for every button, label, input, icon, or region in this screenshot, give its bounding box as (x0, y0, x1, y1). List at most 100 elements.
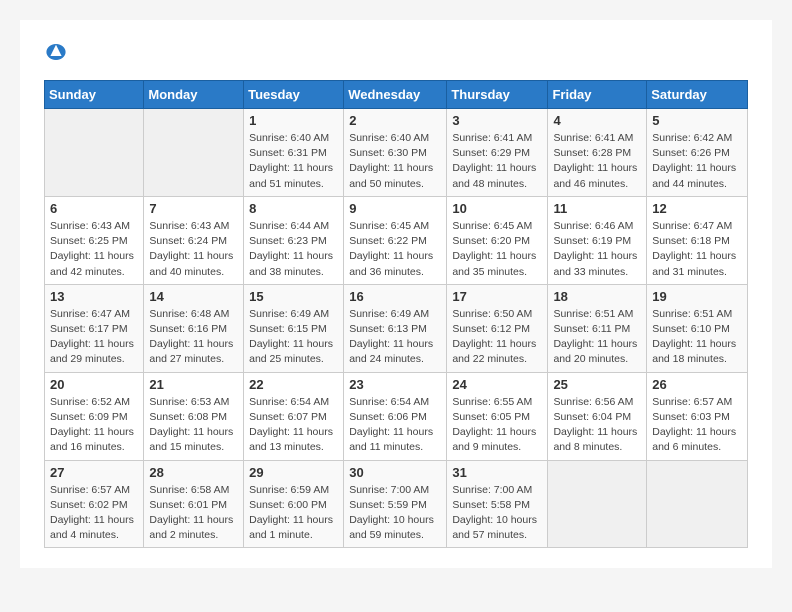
table-cell (548, 460, 647, 548)
day-number: 31 (452, 465, 542, 480)
table-cell: 30 Sunrise: 7:00 AM Sunset: 5:59 PM Dayli… (344, 460, 447, 548)
day-number: 20 (50, 377, 138, 392)
day-info: Sunrise: 6:43 AM Sunset: 6:25 PM Dayligh… (50, 219, 138, 280)
table-cell: 5 Sunrise: 6:42 AM Sunset: 6:26 PM Daylig… (647, 109, 748, 197)
table-cell: 8 Sunrise: 6:44 AM Sunset: 6:23 PM Daylig… (244, 196, 344, 284)
day-info: Sunrise: 6:55 AM Sunset: 6:05 PM Dayligh… (452, 395, 542, 456)
day-info: Sunrise: 6:48 AM Sunset: 6:16 PM Dayligh… (149, 307, 238, 368)
table-cell: 20 Sunrise: 6:52 AM Sunset: 6:09 PM Dayli… (45, 372, 144, 460)
table-cell: 14 Sunrise: 6:48 AM Sunset: 6:16 PM Dayli… (144, 284, 244, 372)
day-number: 29 (249, 465, 338, 480)
weekday-friday: Friday (548, 81, 647, 109)
table-cell (647, 460, 748, 548)
day-info: Sunrise: 6:50 AM Sunset: 6:12 PM Dayligh… (452, 307, 542, 368)
day-info: Sunrise: 6:52 AM Sunset: 6:09 PM Dayligh… (50, 395, 138, 456)
day-info: Sunrise: 6:47 AM Sunset: 6:18 PM Dayligh… (652, 219, 742, 280)
day-number: 25 (553, 377, 641, 392)
day-info: Sunrise: 6:57 AM Sunset: 6:02 PM Dayligh… (50, 483, 138, 544)
table-cell: 19Sunrise: 6:51 AM Sunset: 6:10 PM Dayli… (647, 284, 748, 372)
day-number: 16 (349, 289, 441, 304)
day-number: 6 (50, 201, 138, 216)
logo (44, 40, 72, 64)
weekday-thursday: Thursday (447, 81, 548, 109)
day-info: Sunrise: 7:00 AM Sunset: 5:58 PM Dayligh… (452, 483, 542, 544)
weekday-wednesday: Wednesday (344, 81, 447, 109)
weekday-tuesday: Tuesday (244, 81, 344, 109)
day-number: 11 (553, 201, 641, 216)
table-cell: 13 Sunrise: 6:47 AM Sunset: 6:17 PM Dayli… (45, 284, 144, 372)
day-info: Sunrise: 6:49 AM Sunset: 6:15 PM Dayligh… (249, 307, 338, 368)
day-number: 5 (652, 113, 742, 128)
table-cell: 31 Sunrise: 7:00 AM Sunset: 5:58 PM Dayli… (447, 460, 548, 548)
calendar-container: SundayMondayTuesdayWednesdayThursdayFrid… (20, 20, 772, 568)
day-info: Sunrise: 6:41 AM Sunset: 6:28 PM Dayligh… (553, 131, 641, 192)
table-cell: 10Sunrise: 6:45 AM Sunset: 6:20 PM Dayli… (447, 196, 548, 284)
day-info: Sunrise: 6:40 AM Sunset: 6:30 PM Dayligh… (349, 131, 441, 192)
day-info: Sunrise: 6:51 AM Sunset: 6:11 PM Dayligh… (553, 307, 641, 368)
day-number: 9 (349, 201, 441, 216)
table-cell: 21 Sunrise: 6:53 AM Sunset: 6:08 PM Dayli… (144, 372, 244, 460)
table-cell: 29 Sunrise: 6:59 AM Sunset: 6:00 PM Dayli… (244, 460, 344, 548)
day-number: 21 (149, 377, 238, 392)
table-cell: 22 Sunrise: 6:54 AM Sunset: 6:07 PM Dayli… (244, 372, 344, 460)
day-info: Sunrise: 6:46 AM Sunset: 6:19 PM Dayligh… (553, 219, 641, 280)
day-number: 10 (452, 201, 542, 216)
day-info: Sunrise: 6:54 AM Sunset: 6:07 PM Dayligh… (249, 395, 338, 456)
table-cell: 2 Sunrise: 6:40 AM Sunset: 6:30 PM Daylig… (344, 109, 447, 197)
table-cell (144, 109, 244, 197)
table-cell: 28 Sunrise: 6:58 AM Sunset: 6:01 PM Dayli… (144, 460, 244, 548)
header (44, 40, 748, 64)
day-number: 27 (50, 465, 138, 480)
day-number: 24 (452, 377, 542, 392)
day-info: Sunrise: 6:40 AM Sunset: 6:31 PM Dayligh… (249, 131, 338, 192)
day-number: 2 (349, 113, 441, 128)
day-info: Sunrise: 7:00 AM Sunset: 5:59 PM Dayligh… (349, 483, 441, 544)
day-info: Sunrise: 6:54 AM Sunset: 6:06 PM Dayligh… (349, 395, 441, 456)
day-info: Sunrise: 6:47 AM Sunset: 6:17 PM Dayligh… (50, 307, 138, 368)
table-cell: 25 Sunrise: 6:56 AM Sunset: 6:04 PM Dayli… (548, 372, 647, 460)
weekday-saturday: Saturday (647, 81, 748, 109)
day-info: Sunrise: 6:51 AM Sunset: 6:10 PM Dayligh… (652, 307, 742, 368)
day-info: Sunrise: 6:43 AM Sunset: 6:24 PM Dayligh… (149, 219, 238, 280)
day-info: Sunrise: 6:53 AM Sunset: 6:08 PM Dayligh… (149, 395, 238, 456)
day-number: 14 (149, 289, 238, 304)
day-number: 4 (553, 113, 641, 128)
table-cell: 18Sunrise: 6:51 AM Sunset: 6:11 PM Dayli… (548, 284, 647, 372)
day-number: 13 (50, 289, 138, 304)
table-cell: 11 Sunrise: 6:46 AM Sunset: 6:19 PM Dayli… (548, 196, 647, 284)
day-info: Sunrise: 6:58 AM Sunset: 6:01 PM Dayligh… (149, 483, 238, 544)
table-cell: 23 Sunrise: 6:54 AM Sunset: 6:06 PM Dayli… (344, 372, 447, 460)
day-info: Sunrise: 6:56 AM Sunset: 6:04 PM Dayligh… (553, 395, 641, 456)
calendar-body: 1 Sunrise: 6:40 AM Sunset: 6:31 PM Daylig… (45, 109, 748, 548)
day-number: 15 (249, 289, 338, 304)
table-cell: 3Sunrise: 6:41 AM Sunset: 6:29 PM Daylig… (447, 109, 548, 197)
day-number: 1 (249, 113, 338, 128)
table-cell: 16 Sunrise: 6:49 AM Sunset: 6:13 PM Dayli… (344, 284, 447, 372)
day-number: 8 (249, 201, 338, 216)
weekday-header-row: SundayMondayTuesdayWednesdayThursdayFrid… (45, 81, 748, 109)
day-info: Sunrise: 6:45 AM Sunset: 6:22 PM Dayligh… (349, 219, 441, 280)
table-cell: 26Sunrise: 6:57 AM Sunset: 6:03 PM Dayli… (647, 372, 748, 460)
day-number: 22 (249, 377, 338, 392)
day-info: Sunrise: 6:44 AM Sunset: 6:23 PM Dayligh… (249, 219, 338, 280)
calendar-header: SundayMondayTuesdayWednesdayThursdayFrid… (45, 81, 748, 109)
day-number: 30 (349, 465, 441, 480)
day-number: 7 (149, 201, 238, 216)
table-cell: 24 Sunrise: 6:55 AM Sunset: 6:05 PM Dayli… (447, 372, 548, 460)
day-info: Sunrise: 6:42 AM Sunset: 6:26 PM Dayligh… (652, 131, 742, 192)
table-cell: 17Sunrise: 6:50 AM Sunset: 6:12 PM Dayli… (447, 284, 548, 372)
day-info: Sunrise: 6:59 AM Sunset: 6:00 PM Dayligh… (249, 483, 338, 544)
calendar-table: SundayMondayTuesdayWednesdayThursdayFrid… (44, 80, 748, 548)
day-info: Sunrise: 6:49 AM Sunset: 6:13 PM Dayligh… (349, 307, 441, 368)
day-number: 3 (452, 113, 542, 128)
weekday-monday: Monday (144, 81, 244, 109)
table-cell: 4 Sunrise: 6:41 AM Sunset: 6:28 PM Daylig… (548, 109, 647, 197)
week-row-2: 6 Sunrise: 6:43 AM Sunset: 6:25 PM Daylig… (45, 196, 748, 284)
logo-icon (44, 40, 68, 64)
day-number: 23 (349, 377, 441, 392)
table-cell: 1 Sunrise: 6:40 AM Sunset: 6:31 PM Daylig… (244, 109, 344, 197)
day-number: 12 (652, 201, 742, 216)
weekday-sunday: Sunday (45, 81, 144, 109)
week-row-3: 13 Sunrise: 6:47 AM Sunset: 6:17 PM Dayli… (45, 284, 748, 372)
day-number: 28 (149, 465, 238, 480)
